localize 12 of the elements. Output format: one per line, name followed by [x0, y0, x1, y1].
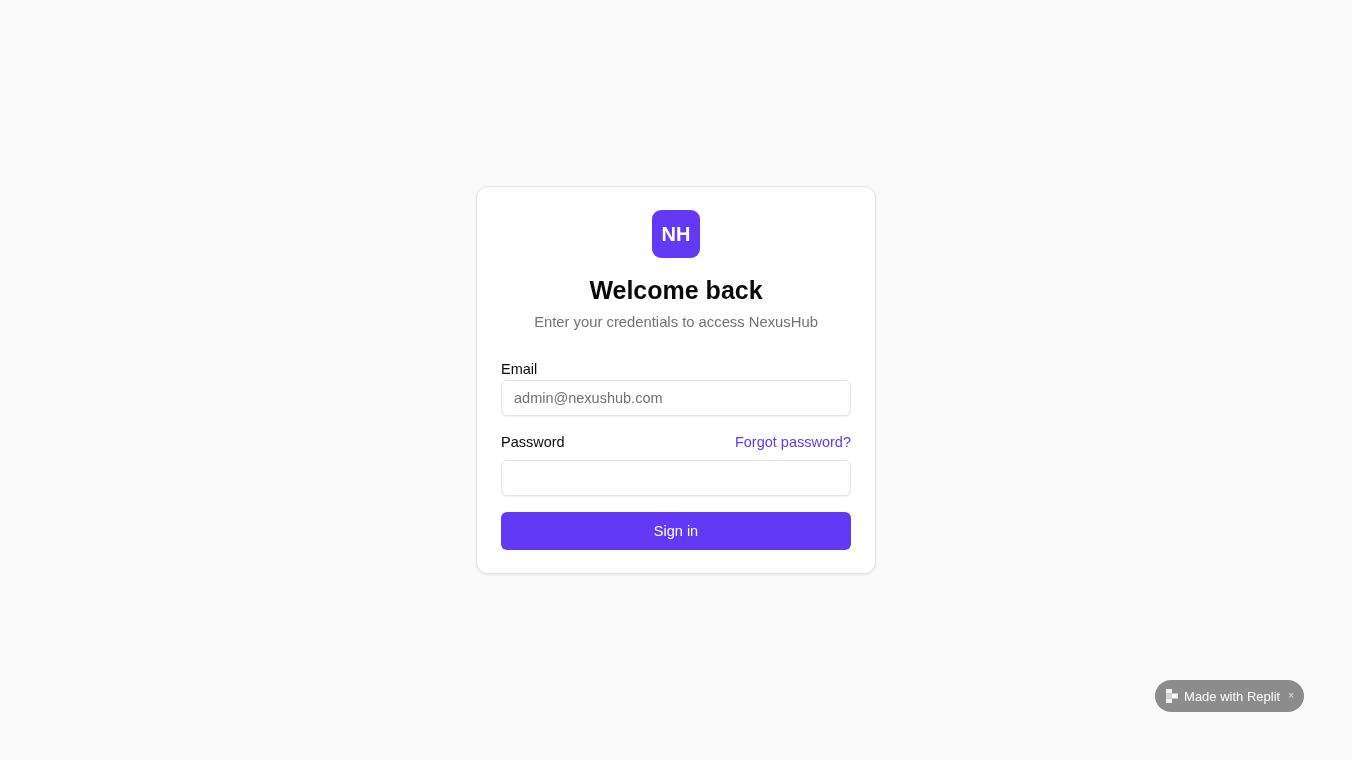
blocks-logo-icon [1166, 689, 1179, 703]
password-field[interactable] [501, 460, 851, 496]
logo-badge: NH [652, 210, 700, 258]
badge-label: Made with Replit [1184, 688, 1281, 704]
field-label: Email [501, 362, 538, 376]
forgot-password-link[interactable]: Forgot password? [734, 435, 851, 449]
welcome-heading: Welcome back [588, 275, 764, 306]
field-label: Password [501, 435, 565, 449]
subtitle-text: Enter your credentials to access NexusHub [533, 313, 819, 332]
email-field[interactable]: admin@nexushub.com [501, 380, 851, 416]
made-with-replit-badge[interactable]: Made with Replit × [1155, 680, 1304, 712]
sign-in-button[interactable]: Sign in [501, 512, 851, 550]
